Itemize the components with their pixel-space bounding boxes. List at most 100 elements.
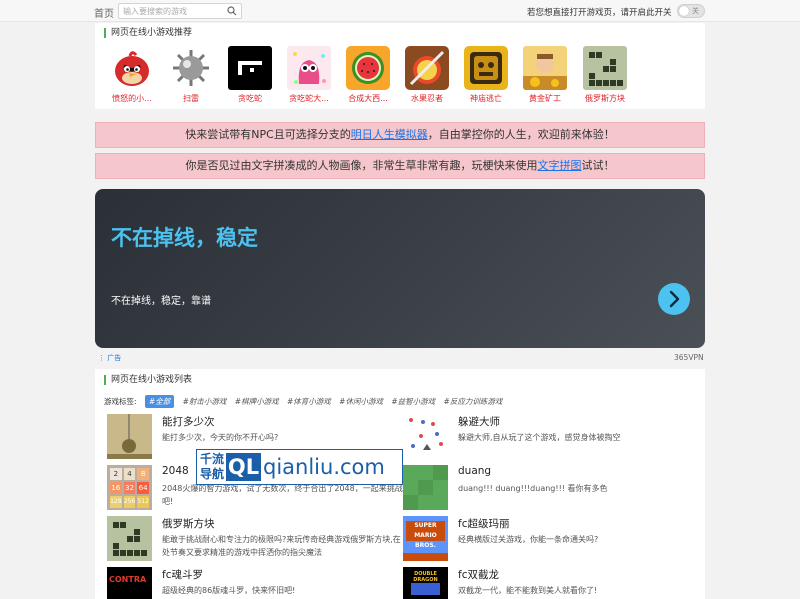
rec-item-minesweeper[interactable]: 扫雷 xyxy=(163,46,219,104)
tag-shooting[interactable]: #射击小游戏 xyxy=(183,396,227,407)
contra-logo: CONTRA xyxy=(109,575,147,584)
game-thumb xyxy=(107,516,152,561)
tags-label: 游戏标签: xyxy=(104,397,137,406)
rec-label: 俄罗斯方块 xyxy=(585,94,625,103)
game-name: 俄罗斯方块 xyxy=(162,518,215,530)
rec-label: 神庙逃亡 xyxy=(470,94,502,103)
tile: 4 xyxy=(123,468,136,480)
rec-item-temple-run[interactable]: 神庙逃亡 xyxy=(458,46,514,104)
rec-label: 愤怒的小... xyxy=(112,94,152,103)
watermelon-icon xyxy=(346,46,390,90)
qianliu-watermark: 千流 导航 QL qianliu.com xyxy=(196,449,403,485)
tag-casual[interactable]: #休闲小游戏 xyxy=(339,396,383,407)
tile: 512 xyxy=(137,496,149,508)
tile: 16 xyxy=(110,482,122,494)
watermark-cn: 千流 导航 xyxy=(200,452,228,482)
game-thumb xyxy=(403,465,448,510)
color-cell xyxy=(403,495,418,510)
game-name: fc超级玛丽 xyxy=(458,518,510,530)
game-desc: 能打多少次，今天的你不开心吗? xyxy=(162,433,279,442)
tag-puzzle[interactable]: #益智小游戏 xyxy=(391,396,435,407)
rec-item-snake-battle[interactable]: 贪吃蛇大... xyxy=(281,46,337,104)
game-desc: duang!!! duang!!!duang!!! 看你有多色 xyxy=(458,484,608,493)
rec-item-gold-miner[interactable]: 黄金矿工 xyxy=(517,46,573,104)
rec-label: 扫雷 xyxy=(183,94,199,103)
rec-item-tetris[interactable]: 俄罗斯方块 xyxy=(577,46,633,104)
chevron-right-icon xyxy=(669,290,680,308)
game-desc: 双截龙一代，能不能救到美人就看你了! xyxy=(458,586,598,595)
tag-board[interactable]: #棋牌小游戏 xyxy=(235,396,279,407)
rec-item-angry-birds[interactable]: 愤怒的小... xyxy=(104,46,160,104)
direct-open-hint: 若您想直接打开游戏页，请开启此开关 xyxy=(527,8,672,18)
rec-item-fruit-ninja[interactable]: 水果忍者 xyxy=(399,46,455,104)
game-thumb: CONTRA xyxy=(107,567,152,599)
promo-link-life-sim[interactable]: 明日人生模拟器 xyxy=(351,128,428,141)
rec-item-snake[interactable]: 贪吃蛇 xyxy=(222,46,278,104)
ad-sponsor[interactable]: 365VPN xyxy=(674,353,704,362)
promo-text: 快来尝试带有NPC且可选择分支的 xyxy=(185,128,351,141)
tag-sports[interactable]: #体育小游戏 xyxy=(287,396,331,407)
dragon-art xyxy=(411,583,440,595)
snake-icon xyxy=(228,46,272,90)
angry-birds-icon xyxy=(110,46,154,90)
ad-banner[interactable]: 不在掉线，稳定 不在掉线，稳定，靠谱 xyxy=(95,189,705,348)
game-item-duang[interactable]: duang duang!!! duang!!!duang!!! 看你有多色 xyxy=(403,465,703,511)
top-bar: 首页 若您想直接打开游戏页，请开启此开关 关 xyxy=(0,0,800,22)
game-item-double-dragon[interactable]: DOUBLE DRAGON fc双截龙 双截龙一代，能不能救到美人就看你了! xyxy=(403,567,703,599)
tag-reaction[interactable]: #反应力训练游戏 xyxy=(444,396,503,407)
watermark-cn-line1: 千流 xyxy=(200,452,225,466)
watermark-cn-line2: 导航 xyxy=(200,467,225,481)
color-cell xyxy=(418,495,433,510)
mario-logo: SUPER MARIO BROS. xyxy=(406,521,445,549)
search-box[interactable] xyxy=(118,3,242,19)
direct-open-toggle[interactable]: 关 xyxy=(677,4,705,18)
color-cell xyxy=(433,465,448,480)
watermark-logo: QL xyxy=(226,453,261,481)
game-thumb: 2 4 8 16 32 64 128 256 512 xyxy=(107,465,152,510)
rec-item-watermelon[interactable]: 合成大西... xyxy=(340,46,396,104)
home-link[interactable]: 首页 xyxy=(94,5,114,20)
tag-all[interactable]: #全部 xyxy=(144,395,175,408)
watermark-url: qianliu.com xyxy=(263,455,385,479)
tile: 8 xyxy=(137,468,149,480)
game-name: duang xyxy=(458,465,492,477)
tile: 256 xyxy=(123,496,136,508)
game-desc: 超级经典的86版魂斗罗，快来怀旧吧! xyxy=(162,586,296,595)
color-cell xyxy=(433,480,448,495)
game-desc: 经典横版过关游戏，你能一条命通关吗? xyxy=(458,535,599,544)
promo-text: ，自由掌控你的人生，欢迎前来体验！ xyxy=(427,128,615,141)
game-item-contra[interactable]: CONTRA fc魂斗罗 超级经典的86版魂斗罗，快来怀旧吧! xyxy=(107,567,407,599)
rec-label: 合成大西... xyxy=(348,94,388,103)
tile: 64 xyxy=(137,482,149,494)
game-desc: 能敢于挑战耐心和专注力的极限吗?来玩传奇经典游戏俄罗斯方块,在处节奏又要求精准的… xyxy=(162,535,401,557)
game-item-tetris[interactable]: 俄罗斯方块 能敢于挑战耐心和专注力的极限吗?来玩传奇经典游戏俄罗斯方块,在处节奏… xyxy=(107,516,407,562)
promo-link-text-art[interactable]: 文字拼图 xyxy=(538,159,582,172)
promo-banner-text-art: 你是否见过由文字拼凑成的人物画像，非常生草非常有趣，玩梗快来使用文字拼图试试！ xyxy=(95,153,705,179)
recommend-title: 网页在线小游戏推荐 xyxy=(104,28,192,38)
rec-label: 贪吃蛇大... xyxy=(289,94,329,103)
toggle-label: 关 xyxy=(692,7,699,15)
game-thumb xyxy=(403,414,448,459)
game-item-super-mario[interactable]: SUPER MARIO BROS. fc超级玛丽 经典横版过关游戏，你能一条命通… xyxy=(403,516,703,562)
temple-run-icon xyxy=(464,46,508,90)
rec-label: 贪吃蛇 xyxy=(238,94,262,103)
game-item-dodge-master[interactable]: 躲避大师 躲避大师,自从玩了这个游戏，感觉身体被掏空 xyxy=(403,414,703,460)
color-cell xyxy=(403,480,418,495)
tile: 2 xyxy=(110,468,122,480)
game-name: 躲避大师 xyxy=(458,416,500,428)
rec-label: 黄金矿工 xyxy=(529,94,561,103)
game-name: fc双截龙 xyxy=(458,569,499,581)
search-input[interactable] xyxy=(123,5,223,18)
promo-text: 试试！ xyxy=(581,159,615,172)
snake-battle-icon xyxy=(287,46,331,90)
ad-arrow-button[interactable] xyxy=(658,283,690,315)
game-name: fc魂斗罗 xyxy=(162,569,203,581)
search-icon[interactable] xyxy=(227,6,237,16)
ground xyxy=(403,553,448,561)
game-desc: 2048火爆的智力游戏，试了无数次，终于合出了2048，一起来挑战吧! xyxy=(162,484,403,506)
toggle-knob xyxy=(679,6,689,16)
tag-bar: 游戏标签: #全部 #射击小游戏 #棋牌小游戏 #体育小游戏 #休闲小游戏 #益… xyxy=(104,395,502,408)
color-cell xyxy=(418,465,433,480)
ad-label[interactable]: ⋮ 广告 xyxy=(98,353,121,363)
tile: 32 xyxy=(123,482,136,494)
